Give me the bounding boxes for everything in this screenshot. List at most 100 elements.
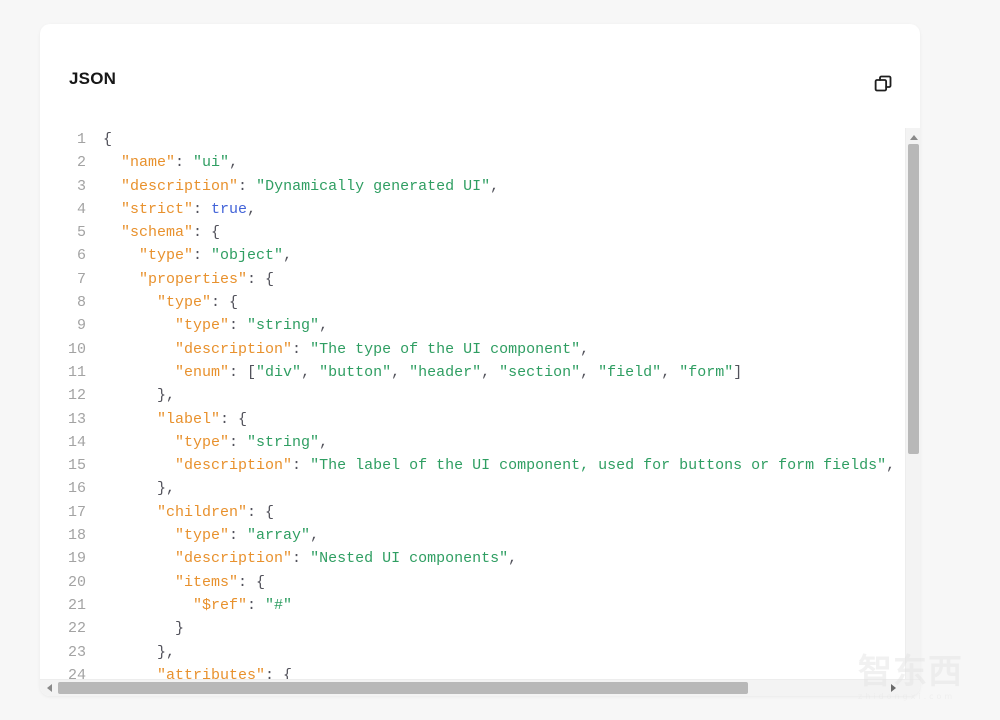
code-line: 4 "strict": true, [40, 198, 905, 221]
token-bool: true [211, 200, 248, 218]
token-key: "type" [175, 433, 230, 451]
code-line: 1{ [40, 128, 905, 151]
line-number: 13 [67, 410, 86, 428]
token-punct: , [508, 550, 518, 568]
code-line: 17 "children": { [40, 501, 905, 524]
code-line-text: "strict": true, [103, 201, 256, 218]
token-punct [103, 550, 175, 567]
code-viewport[interactable]: 1{2 "name": "ui", 3 "description": "Dynam… [40, 128, 905, 696]
copy-icon [873, 73, 894, 94]
token-key: "type" [139, 247, 194, 265]
token-str: "header" [409, 363, 482, 381]
token-str: "Nested UI components" [310, 550, 509, 568]
token-key: "children" [157, 503, 248, 521]
token-punct: , [580, 340, 590, 358]
line-number: 9 [76, 317, 86, 335]
token-punct: , [886, 457, 896, 475]
token-punct: , [247, 200, 257, 218]
code-line: 6 "type": "object", [40, 244, 905, 267]
code-line-text: "name": "ui", [103, 154, 238, 171]
token-punct: , [391, 363, 410, 381]
vertical-scrollbar[interactable] [905, 128, 920, 696]
token-punct: : [193, 247, 212, 265]
code-line: 23 }, [40, 641, 905, 664]
token-punct: : [ [229, 363, 257, 381]
line-number: 15 [67, 457, 86, 475]
code-line-text: }, [103, 480, 175, 497]
token-punct [103, 178, 121, 195]
token-punct [103, 294, 157, 311]
chevron-up-icon[interactable] [906, 130, 920, 144]
token-str: "Dynamically generated UI" [256, 177, 491, 195]
token-punct: : [175, 154, 194, 172]
page-title: JSON [69, 69, 117, 88]
token-punct: , [490, 177, 500, 195]
code-line-text: "properties": { [103, 271, 274, 288]
token-punct: , [481, 363, 500, 381]
token-punct: : { [193, 224, 221, 242]
token-str: "The label of the UI component, used for… [310, 457, 887, 475]
token-key: "description" [175, 550, 293, 568]
token-str: "string" [247, 317, 320, 335]
token-punct: : [229, 433, 248, 451]
line-number: 6 [76, 247, 86, 265]
code-line: 20 "items": { [40, 571, 905, 594]
chevron-right-icon[interactable] [885, 680, 902, 696]
token-punct [103, 247, 139, 264]
token-punct [103, 597, 193, 614]
code-line-text: "type": "string", [103, 317, 328, 334]
code-line: 8 "type": { [40, 291, 905, 314]
line-number: 21 [67, 596, 86, 614]
copy-button[interactable] [868, 68, 898, 98]
vertical-scrollbar-thumb[interactable] [908, 144, 919, 454]
token-punct: : [292, 340, 311, 358]
code-line-text: "type": { [103, 294, 238, 311]
line-number: 4 [76, 200, 86, 218]
code-line-text: }, [103, 387, 175, 404]
token-punct [103, 411, 157, 428]
token-str: "string" [247, 433, 320, 451]
token-str: "The type of the UI component" [310, 340, 581, 358]
token-punct: }, [103, 480, 176, 498]
token-punct: : { [211, 294, 239, 312]
token-str: "section" [499, 363, 581, 381]
code-line-text: "schema": { [103, 224, 220, 241]
token-punct [103, 341, 175, 358]
code-line-text: "description": "The type of the UI compo… [103, 341, 589, 358]
token-punct: , [661, 363, 680, 381]
token-key: "type" [157, 294, 212, 312]
token-key: "strict" [121, 200, 194, 218]
horizontal-scrollbar[interactable] [40, 679, 920, 696]
code-line-text: "enum": ["div", "button", "header", "sec… [103, 364, 742, 381]
code-line: 21 "$ref": "#" [40, 594, 905, 617]
token-punct: : [292, 550, 311, 568]
token-key: "type" [175, 317, 230, 335]
code-line: 15 "description": "The label of the UI c… [40, 454, 905, 477]
token-punct: : [229, 317, 248, 335]
token-str: "ui" [193, 154, 230, 172]
line-number: 11 [67, 363, 86, 381]
token-punct [103, 224, 121, 241]
token-punct: : [229, 527, 248, 545]
token-punct [103, 317, 175, 334]
code-line: 2 "name": "ui", [40, 151, 905, 174]
code-line-text: "label": { [103, 411, 247, 428]
token-str: "object" [211, 247, 284, 265]
chevron-left-icon[interactable] [41, 680, 58, 696]
token-punct [103, 457, 175, 474]
horizontal-scrollbar-thumb[interactable] [58, 682, 748, 694]
token-punct [103, 154, 121, 171]
token-str: "div" [256, 363, 302, 381]
code-line: 19 "description": "Nested UI components"… [40, 547, 905, 570]
token-punct: , [319, 433, 329, 451]
token-punct: , [310, 527, 320, 545]
token-str: "field" [598, 363, 662, 381]
line-number: 3 [76, 177, 86, 195]
token-punct [103, 574, 175, 591]
token-str: "#" [265, 596, 293, 614]
line-number: 16 [67, 480, 86, 498]
line-number: 1 [76, 131, 86, 148]
code-line-text: { [103, 131, 112, 148]
code-line: 9 "type": "string", [40, 314, 905, 337]
code-content: 1{2 "name": "ui", 3 "description": "Dynam… [40, 128, 905, 696]
